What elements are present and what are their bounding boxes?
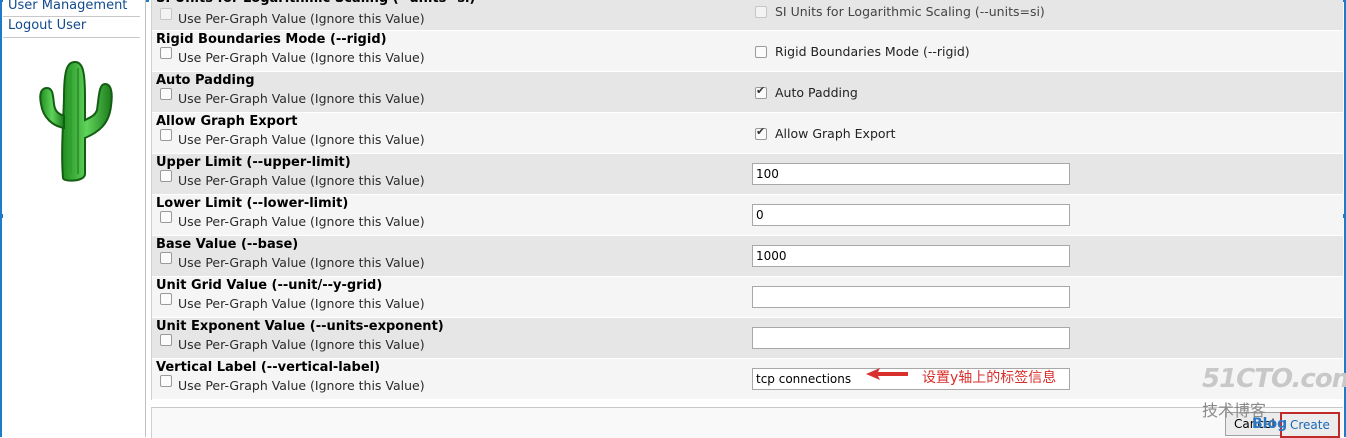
form-row: Vertical Label (--vertical-label) Use Per… xyxy=(152,359,1343,400)
option-checkbox[interactable] xyxy=(755,84,767,99)
per-graph-option[interactable]: Use Per-Graph Value (Ignore this Value) xyxy=(160,374,425,393)
graph-options-table: SI Units for Logarithmic Scaling (--unit… xyxy=(151,0,1343,400)
per-graph-option[interactable]: Use Per-Graph Value (Ignore this Value) xyxy=(160,46,425,65)
per-graph-checkbox[interactable] xyxy=(160,87,172,100)
cactus-logo-icon xyxy=(39,60,113,182)
field-title: Lower Limit (--lower-limit) xyxy=(156,196,349,211)
field-title: Auto Padding xyxy=(156,73,255,88)
field-title: SI Units for Logarithmic Scaling (--unit… xyxy=(156,0,475,6)
per-graph-checkbox[interactable] xyxy=(160,333,172,346)
form-row: Allow Graph Export Use Per-Graph Value (I… xyxy=(152,113,1343,154)
per-graph-checkbox[interactable] xyxy=(160,7,172,20)
per-graph-option[interactable]: Use Per-Graph Value (Ignore this Value) xyxy=(160,169,425,188)
option-text-input[interactable] xyxy=(752,327,1070,349)
per-graph-label: Use Per-Graph Value (Ignore this Value) xyxy=(178,378,425,393)
per-graph-label: Use Per-Graph Value (Ignore this Value) xyxy=(178,296,425,311)
option-checkbox-label: Auto Padding xyxy=(775,85,858,100)
option-checkbox-field[interactable]: Rigid Boundaries Mode (--rigid) xyxy=(755,44,970,59)
form-row: Lower Limit (--lower-limit) Use Per-Graph… xyxy=(152,195,1343,236)
form-row: Unit Exponent Value (--units-exponent) Us… xyxy=(152,318,1343,359)
window-frame-left xyxy=(0,0,2,437)
field-title: Allow Graph Export xyxy=(156,114,298,129)
watermark-blog: Blog xyxy=(1252,416,1288,432)
main-content: SI Units for Logarithmic Scaling (--unit… xyxy=(149,0,1343,438)
field-title: Unit Grid Value (--unit/--y-grid) xyxy=(156,278,383,293)
per-graph-option[interactable]: Use Per-Graph Value (Ignore this Value) xyxy=(160,251,425,270)
form-row: Base Value (--base) Use Per-Graph Value (… xyxy=(152,236,1343,277)
option-checkbox[interactable] xyxy=(755,5,767,18)
form-row: SI Units for Logarithmic Scaling (--unit… xyxy=(152,0,1343,31)
form-row: Rigid Boundaries Mode (--rigid) Use Per-G… xyxy=(152,31,1343,72)
sidebar-link-user-management[interactable]: User Management xyxy=(3,0,140,17)
field-title: Rigid Boundaries Mode (--rigid) xyxy=(156,32,387,47)
option-checkbox-field[interactable]: Auto Padding xyxy=(755,84,858,100)
option-checkbox[interactable] xyxy=(755,45,767,58)
per-graph-checkbox[interactable] xyxy=(160,210,172,223)
per-graph-label: Use Per-Graph Value (Ignore this Value) xyxy=(178,11,425,26)
per-graph-option[interactable]: Use Per-Graph Value (Ignore this Value) xyxy=(160,333,425,352)
per-graph-label: Use Per-Graph Value (Ignore this Value) xyxy=(178,173,425,188)
per-graph-label: Use Per-Graph Value (Ignore this Value) xyxy=(178,91,425,106)
per-graph-checkbox[interactable] xyxy=(160,374,172,387)
option-checkbox-field[interactable]: SI Units for Logarithmic Scaling (--unit… xyxy=(755,4,1045,19)
per-graph-checkbox[interactable] xyxy=(160,169,172,182)
option-checkbox-label: SI Units for Logarithmic Scaling (--unit… xyxy=(775,4,1045,19)
per-graph-checkbox[interactable] xyxy=(160,128,172,141)
field-title: Unit Exponent Value (--units-exponent) xyxy=(156,319,444,334)
per-graph-label: Use Per-Graph Value (Ignore this Value) xyxy=(178,132,425,147)
sidebar-link-logout-user[interactable]: Logout User xyxy=(3,17,140,38)
form-row: Auto Padding Use Per-Graph Value (Ignore … xyxy=(152,72,1343,113)
field-title: Upper Limit (--upper-limit) xyxy=(156,155,351,170)
per-graph-label: Use Per-Graph Value (Ignore this Value) xyxy=(178,214,425,229)
per-graph-option[interactable]: Use Per-Graph Value (Ignore this Value) xyxy=(160,7,425,26)
watermark-logo-text: 51CTO.com xyxy=(1202,364,1346,394)
option-text-input[interactable]: 0 xyxy=(752,204,1070,226)
annotation-note: 设置y轴上的标签信息 xyxy=(922,370,1057,386)
per-graph-label: Use Per-Graph Value (Ignore this Value) xyxy=(178,255,425,270)
per-graph-checkbox[interactable] xyxy=(160,251,172,264)
per-graph-label: Use Per-Graph Value (Ignore this Value) xyxy=(178,50,425,65)
option-text-input[interactable] xyxy=(752,286,1070,308)
per-graph-option[interactable]: Use Per-Graph Value (Ignore this Value) xyxy=(160,210,425,229)
form-row: Upper Limit (--upper-limit) Use Per-Graph… xyxy=(152,154,1343,195)
option-text-input[interactable]: 100 xyxy=(752,163,1070,185)
per-graph-label: Use Per-Graph Value (Ignore this Value) xyxy=(178,337,425,352)
field-title: Base Value (--base) xyxy=(156,237,299,252)
annotation-arrow-icon xyxy=(866,368,908,380)
sidebar: User Management Logout User xyxy=(3,0,146,437)
field-title: Vertical Label (--vertical-label) xyxy=(156,360,381,375)
option-checkbox-field[interactable]: Allow Graph Export xyxy=(755,125,896,141)
per-graph-checkbox[interactable] xyxy=(160,292,172,305)
per-graph-option[interactable]: Use Per-Graph Value (Ignore this Value) xyxy=(160,87,425,106)
create-button[interactable]: Create xyxy=(1280,412,1340,438)
form-row: Unit Grid Value (--unit/--y-grid) Use Per… xyxy=(152,277,1343,318)
per-graph-option[interactable]: Use Per-Graph Value (Ignore this Value) xyxy=(160,292,425,311)
option-checkbox-label: Rigid Boundaries Mode (--rigid) xyxy=(775,44,970,59)
option-text-input[interactable]: 1000 xyxy=(752,245,1070,267)
option-checkbox[interactable] xyxy=(755,125,767,140)
per-graph-checkbox[interactable] xyxy=(160,46,172,59)
option-checkbox-label: Allow Graph Export xyxy=(775,126,896,141)
form-actions-bar: Cancel Create xyxy=(151,407,1343,438)
per-graph-option[interactable]: Use Per-Graph Value (Ignore this Value) xyxy=(160,128,425,147)
